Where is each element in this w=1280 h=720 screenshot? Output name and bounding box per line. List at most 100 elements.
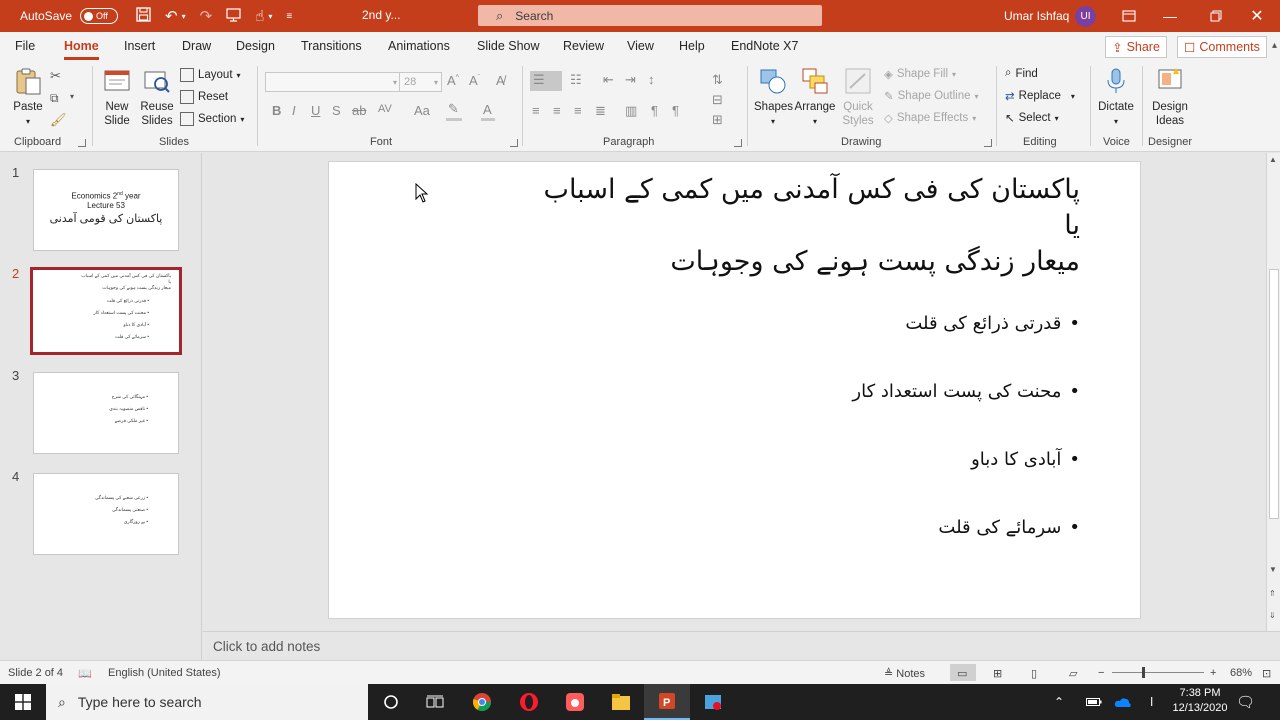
drawing-launcher-icon[interactable] (984, 139, 992, 147)
slide-sorter-icon[interactable]: ⊞ (993, 667, 1002, 680)
clipboard-launcher-icon[interactable] (78, 139, 86, 147)
notes-toggle-button[interactable]: ≜ Notes (884, 667, 925, 680)
highlight-icon[interactable]: ✎ (448, 101, 459, 117)
comments-button[interactable]: ☐ Comments (1177, 36, 1267, 58)
reuse-slides-button[interactable]: Reuse Slides (139, 66, 175, 128)
screen-recorder-icon[interactable] (552, 684, 598, 720)
smartart-icon[interactable]: ⊞ (712, 112, 723, 128)
normal-view-icon[interactable]: ▭ (957, 667, 967, 680)
italic-icon[interactable]: I (292, 103, 296, 118)
font-color-icon[interactable]: A (483, 102, 492, 117)
start-from-beginning-icon[interactable] (226, 7, 241, 26)
clear-formatting-icon[interactable]: A̸ (496, 73, 505, 88)
shadow-icon[interactable]: S (332, 103, 341, 118)
font-name-combo[interactable]: ▾ (265, 72, 401, 92)
autosave-toggle[interactable]: Off (80, 8, 119, 24)
start-button[interactable] (0, 684, 46, 720)
file-explorer-icon[interactable] (598, 684, 644, 720)
tab-slide-show[interactable]: Slide Show (477, 39, 540, 53)
powerpoint-taskbar-icon[interactable]: P (644, 684, 690, 720)
increase-indent-icon[interactable]: ⇥ (625, 72, 636, 88)
user-name[interactable]: Umar Ishfaq (1004, 9, 1069, 23)
slide-show-icon[interactable]: ▱ (1069, 667, 1077, 680)
shape-outline-button[interactable]: ✎ Shape Outline ▾ (884, 89, 979, 103)
undo-icon[interactable]: ↶ (165, 7, 178, 25)
collapse-ribbon-icon[interactable]: ▴ (1272, 40, 1277, 51)
onedrive-icon[interactable] (1114, 684, 1132, 720)
touch-mode-icon[interactable]: ☝ (255, 7, 264, 25)
autosave-control[interactable]: AutoSave Off (20, 8, 119, 24)
cut-icon[interactable]: ✂ (50, 68, 61, 84)
save-icon[interactable] (136, 6, 151, 26)
decrease-font-icon[interactable]: Aˇ (469, 73, 480, 88)
slide-thumbnail-2[interactable]: پاکستان کی فی کس آمدنی میں کمی کے اسباب … (30, 267, 182, 355)
shape-fill-button[interactable]: ◈ Shape Fill ▾ (884, 67, 956, 81)
tab-design[interactable]: Design (236, 39, 275, 53)
restore-icon[interactable] (1193, 0, 1239, 32)
bullet-item[interactable]: • محنت کی پست استعداد کار (852, 381, 1080, 402)
customize-qat-icon[interactable]: ≡ (286, 11, 292, 22)
reset-button[interactable]: Reset (180, 90, 228, 104)
tab-file[interactable]: File (15, 39, 35, 53)
battery-icon[interactable] (1086, 684, 1102, 720)
dictate-button[interactable]: Dictate ▾ (1095, 66, 1137, 129)
align-right-icon[interactable]: ≡ (532, 103, 540, 118)
fit-slide-icon[interactable]: ⊡ (1262, 667, 1271, 680)
shapes-button[interactable]: Shapes ▾ (754, 66, 793, 129)
character-spacing-icon[interactable]: AV (378, 103, 392, 115)
zoom-in-icon[interactable]: + (1210, 667, 1216, 679)
scroll-down-icon[interactable]: ▼ (1269, 565, 1277, 574)
bold-icon[interactable]: B (272, 103, 281, 118)
tab-help[interactable]: Help (679, 39, 705, 53)
bullet-item[interactable]: • سرمائے کی قلت (938, 517, 1080, 538)
ribbon-display-options-icon[interactable] (1106, 0, 1152, 32)
justify-icon[interactable]: ≣ (595, 103, 606, 119)
align-left-icon[interactable]: ≡ (574, 103, 582, 118)
shape-effects-button[interactable]: ◇ Shape Effects ▾ (884, 111, 976, 125)
slide-thumbnail-3[interactable]: • مہنگائی کی شرح • ناقص منصوبہ بندی • غی… (33, 372, 179, 454)
text-direction-ltr-icon[interactable]: ¶ (672, 103, 679, 118)
tab-review[interactable]: Review (563, 39, 604, 53)
zoom-slider[interactable] (1112, 672, 1204, 673)
slide-canvas[interactable]: پاکستان کی فی کس آمدنی میں کمی کے اسباب … (328, 161, 1141, 619)
replace-button[interactable]: ⇄ Replace ▾ (1005, 89, 1075, 103)
section-button[interactable]: Section ▾ (180, 112, 244, 126)
notification-center-icon[interactable]: 🗨 (1236, 684, 1255, 720)
touch-dropdown-icon[interactable]: ▾ (268, 12, 272, 21)
snipping-tool-icon[interactable] (690, 684, 736, 720)
tab-animations[interactable]: Animations (388, 39, 450, 53)
slide-title[interactable]: پاکستان کی فی کس آمدنی میں کمی کے اسباب … (480, 172, 1080, 280)
tab-insert[interactable]: Insert (124, 39, 155, 53)
numbering-icon[interactable]: ☷ (570, 72, 582, 88)
increase-font-icon[interactable]: A^ (447, 73, 459, 88)
minimize-icon[interactable]: — (1147, 0, 1193, 32)
opera-icon[interactable] (506, 684, 552, 720)
decrease-indent-icon[interactable]: ⇤ (603, 72, 614, 88)
tab-view[interactable]: View (627, 39, 654, 53)
chrome-icon[interactable] (459, 684, 505, 720)
bullet-item[interactable]: • قدرتی ذرائع کی قلت (905, 313, 1080, 334)
undo-dropdown-icon[interactable]: ▾ (182, 12, 186, 21)
vertical-scrollbar[interactable]: ▲ ▼ ⇑ ⇓ (1266, 153, 1280, 631)
new-slide-button[interactable]: New Slide (97, 66, 137, 128)
slide-thumbnail-1[interactable]: Economics 2nd year Lecture 53 پاکستان کی … (33, 169, 179, 251)
cortana-icon[interactable] (368, 684, 414, 720)
paragraph-launcher-icon[interactable] (734, 139, 742, 147)
scroll-up-icon[interactable]: ▲ (1269, 155, 1277, 164)
format-painter-icon[interactable]: 🖌 (50, 112, 67, 128)
find-button[interactable]: ⌕ Find (1005, 67, 1038, 80)
line-spacing-icon[interactable]: ↕ (648, 72, 655, 87)
input-method-indicator[interactable]: ا (1150, 684, 1153, 720)
scrollbar-thumb[interactable] (1269, 269, 1279, 519)
task-view-icon[interactable] (412, 684, 458, 720)
slide-thumbnail-4[interactable]: • زرعی شعبے کی پسماندگی • صنعتی پسماندگی… (33, 473, 179, 555)
text-direction-icon[interactable]: ⇅ (712, 72, 723, 88)
close-icon[interactable]: ✕ (1234, 0, 1280, 32)
copy-icon[interactable]: ⧉ (50, 91, 59, 106)
zoom-level[interactable]: 68% (1230, 667, 1252, 679)
align-center-icon[interactable]: ≡ (553, 103, 561, 118)
strikethrough-icon[interactable]: ab (352, 103, 366, 118)
columns-icon[interactable]: ▥ (625, 103, 637, 119)
layout-button[interactable]: Layout ▾ (180, 68, 241, 82)
quick-styles-button[interactable]: Quick Styles (837, 66, 879, 128)
